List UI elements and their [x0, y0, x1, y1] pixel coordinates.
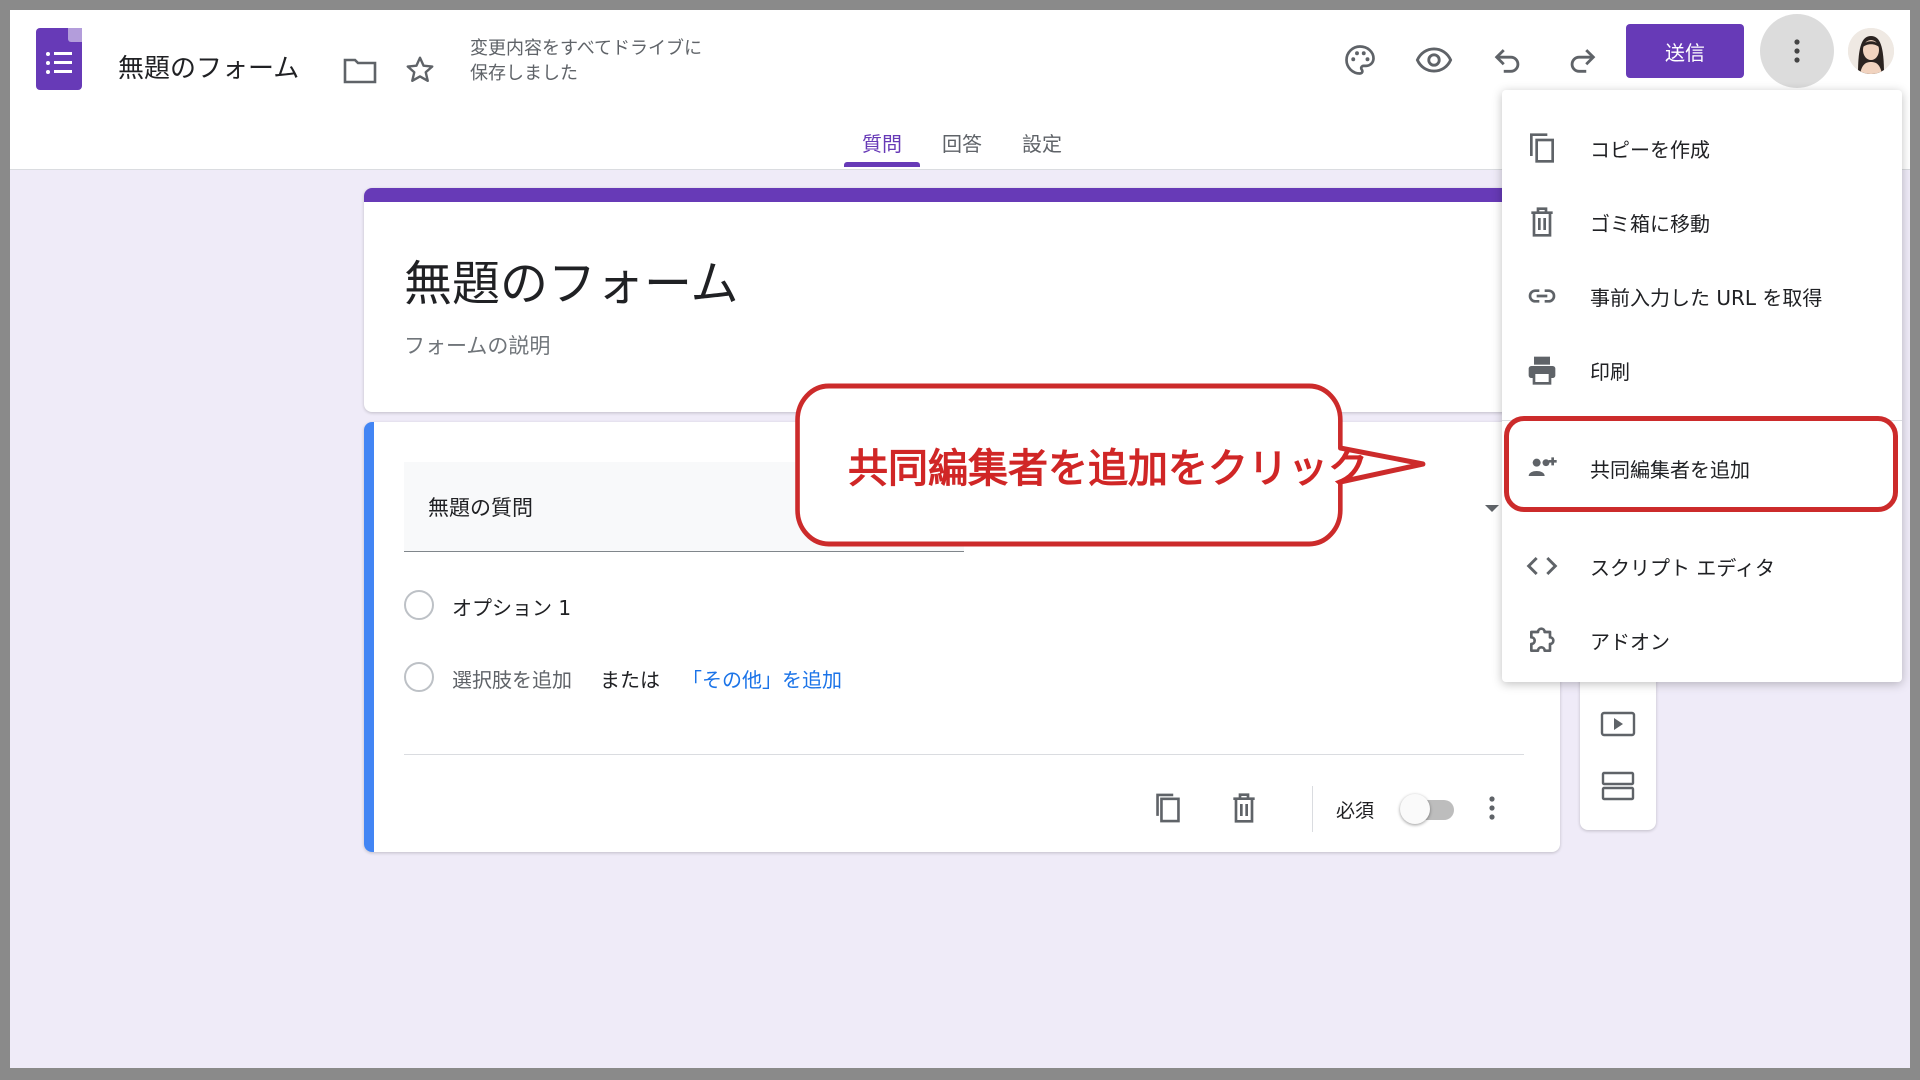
menu-item-label: 印刷: [1590, 360, 1630, 384]
menu-item-label: 事前入力した URL を取得: [1590, 286, 1823, 310]
more-options-menu: コピーを作成 ゴミ箱に移動 事前入力した URL を取得 印刷 共同編集者を追加…: [1502, 90, 1902, 682]
annotation-highlight-box: [1504, 416, 1898, 512]
more-options-button[interactable]: [1760, 14, 1834, 88]
save-status-line2: 保存しました: [470, 63, 578, 84]
required-toggle-knob[interactable]: [1400, 794, 1430, 824]
menu-item-make-copy[interactable]: コピーを作成: [1502, 118, 1902, 178]
star-icon[interactable]: [396, 46, 444, 94]
form-description[interactable]: フォームの説明: [404, 330, 550, 360]
menu-item-prefilled-url[interactable]: 事前入力した URL を取得: [1502, 266, 1902, 326]
annotation-callout-text: 共同編集者を追加をクリック: [848, 446, 1368, 492]
menu-item-script-editor[interactable]: スクリプト エディタ: [1502, 536, 1902, 596]
undo-icon[interactable]: [1484, 36, 1532, 84]
duplicate-icon[interactable]: [1144, 784, 1192, 832]
avatar[interactable]: [1848, 28, 1894, 74]
footer-separator: [1312, 786, 1313, 832]
or-label: または: [600, 668, 660, 692]
more-vert-icon: [1794, 39, 1800, 63]
preview-eye-icon[interactable]: [1410, 36, 1458, 84]
trash-icon: [1531, 207, 1553, 237]
code-icon: [1526, 556, 1558, 576]
form-title-card: 無題のフォーム フォームの説明: [364, 188, 1564, 412]
menu-item-label: アドオン: [1590, 630, 1670, 654]
add-option-link[interactable]: 選択肢を追加: [452, 664, 572, 693]
question-more-icon[interactable]: [1468, 784, 1516, 832]
puzzle-icon: [1530, 627, 1555, 652]
google-forms-logo-icon[interactable]: [36, 28, 82, 90]
active-tab-indicator: [844, 162, 920, 167]
save-status-line1: 変更内容をすべてドライブに: [470, 38, 703, 59]
option-1-label[interactable]: オプション 1: [452, 592, 571, 621]
save-status: 変更内容をすべてドライブに 保存しました: [470, 36, 702, 86]
radio-add-option: [404, 662, 434, 692]
delete-question-icon[interactable]: [1220, 784, 1268, 832]
copy-icon: [1530, 133, 1554, 163]
folder-icon[interactable]: [336, 46, 384, 94]
add-video-icon[interactable]: [1594, 700, 1642, 748]
required-label: 必須: [1336, 800, 1375, 822]
question-footer-divider: [404, 754, 1524, 755]
tab-questions[interactable]: 質問: [862, 128, 902, 157]
question-title: 無題の質問: [428, 496, 533, 520]
add-section-icon[interactable]: [1594, 762, 1642, 810]
menu-item-label: コピーを作成: [1590, 138, 1710, 162]
form-title[interactable]: 無題のフォーム: [404, 244, 739, 314]
menu-item-print[interactable]: 印刷: [1502, 340, 1902, 400]
menu-item-addons[interactable]: アドオン: [1502, 610, 1902, 670]
add-other-link[interactable]: 「その他」を追加: [682, 664, 842, 693]
menu-item-move-to-trash[interactable]: ゴミ箱に移動: [1502, 192, 1902, 252]
tab-settings[interactable]: 設定: [1022, 128, 1062, 157]
floating-toolbar: [1580, 670, 1656, 830]
form-accent-bar: [364, 188, 1564, 202]
link-icon: [1528, 289, 1556, 303]
dropdown-arrow-icon[interactable]: [1484, 504, 1500, 514]
menu-item-label: ゴミ箱に移動: [1590, 212, 1710, 236]
send-button[interactable]: 送信: [1626, 24, 1744, 78]
menu-item-label: スクリプト エディタ: [1590, 556, 1775, 580]
palette-icon[interactable]: [1336, 36, 1384, 84]
tab-responses[interactable]: 回答: [942, 128, 982, 157]
document-title[interactable]: 無題のフォーム: [118, 48, 299, 85]
print-icon: [1528, 356, 1556, 385]
screenshot-frame: 無題のフォーム 変更内容をすべてドライブに 保存しました 送信 質問 回答 設定…: [10, 10, 1910, 1068]
active-question-bar: [364, 422, 374, 852]
radio-option-1[interactable]: [404, 590, 434, 620]
redo-icon[interactable]: [1558, 36, 1606, 84]
